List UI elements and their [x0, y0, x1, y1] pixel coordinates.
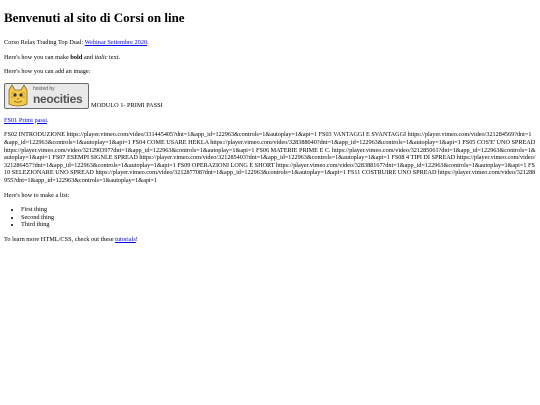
video-links-text: FS02 INTRODUZIONE https://player.vimeo.c…: [4, 131, 536, 184]
footer-suffix: !: [135, 235, 138, 243]
list-intro: Here's how to make a list:: [4, 191, 70, 199]
format-suffix: text.: [107, 53, 121, 61]
intro-suffix: .: [147, 39, 149, 46]
fs01-suffix: .: [47, 116, 49, 124]
tutorials-link[interactable]: tutorials: [115, 236, 136, 243]
bold-text: bold: [70, 53, 83, 61]
footer-prefix: To learn more HTML/CSS, check out these: [4, 235, 116, 243]
list-item: First thing: [21, 206, 536, 214]
intro-paragraph: Corso Relax Trading Top Dual: Webinar Se…: [4, 39, 536, 47]
module-caption: MODULO 1- PRIMI PASSI: [91, 101, 163, 109]
format-prefix: Here's how you can make: [4, 53, 71, 61]
page-title: Benvenuti al sito di Corsi on line: [4, 10, 185, 25]
neocities-cat-icon: [5, 84, 32, 108]
webinar-link[interactable]: Webinar Settembre 2020: [85, 39, 147, 46]
fs01-paragraph: FS01 Primi passi.: [4, 117, 536, 125]
list-item: Third thing: [21, 221, 536, 229]
footer-paragraph: To learn more HTML/CSS, check out these …: [4, 236, 536, 244]
intro-prefix: Corso Relax Trading Top Dual:: [4, 39, 85, 46]
fs01-link[interactable]: FS01 Primi passi: [4, 117, 47, 124]
list-item: Second thing: [21, 214, 536, 222]
italic-text: italic: [94, 53, 108, 61]
bullet-list: First thing Second thing Third thing: [4, 206, 536, 229]
page-content: Benvenuti al sito di Corsi on line Corso…: [0, 0, 540, 244]
image-intro: Here's how you can add an image:: [4, 68, 91, 76]
formatting-paragraph: Here's how you can make bold and italic …: [4, 54, 536, 62]
image-row: hosted by neocities MODULO 1- PRIMI PASS…: [4, 82, 536, 109]
neocities-badge: hosted by neocities: [4, 82, 89, 109]
format-middle: and: [82, 53, 95, 61]
badge-big-text: neocities: [33, 91, 83, 106]
badge-text: hosted by neocities: [33, 86, 83, 106]
